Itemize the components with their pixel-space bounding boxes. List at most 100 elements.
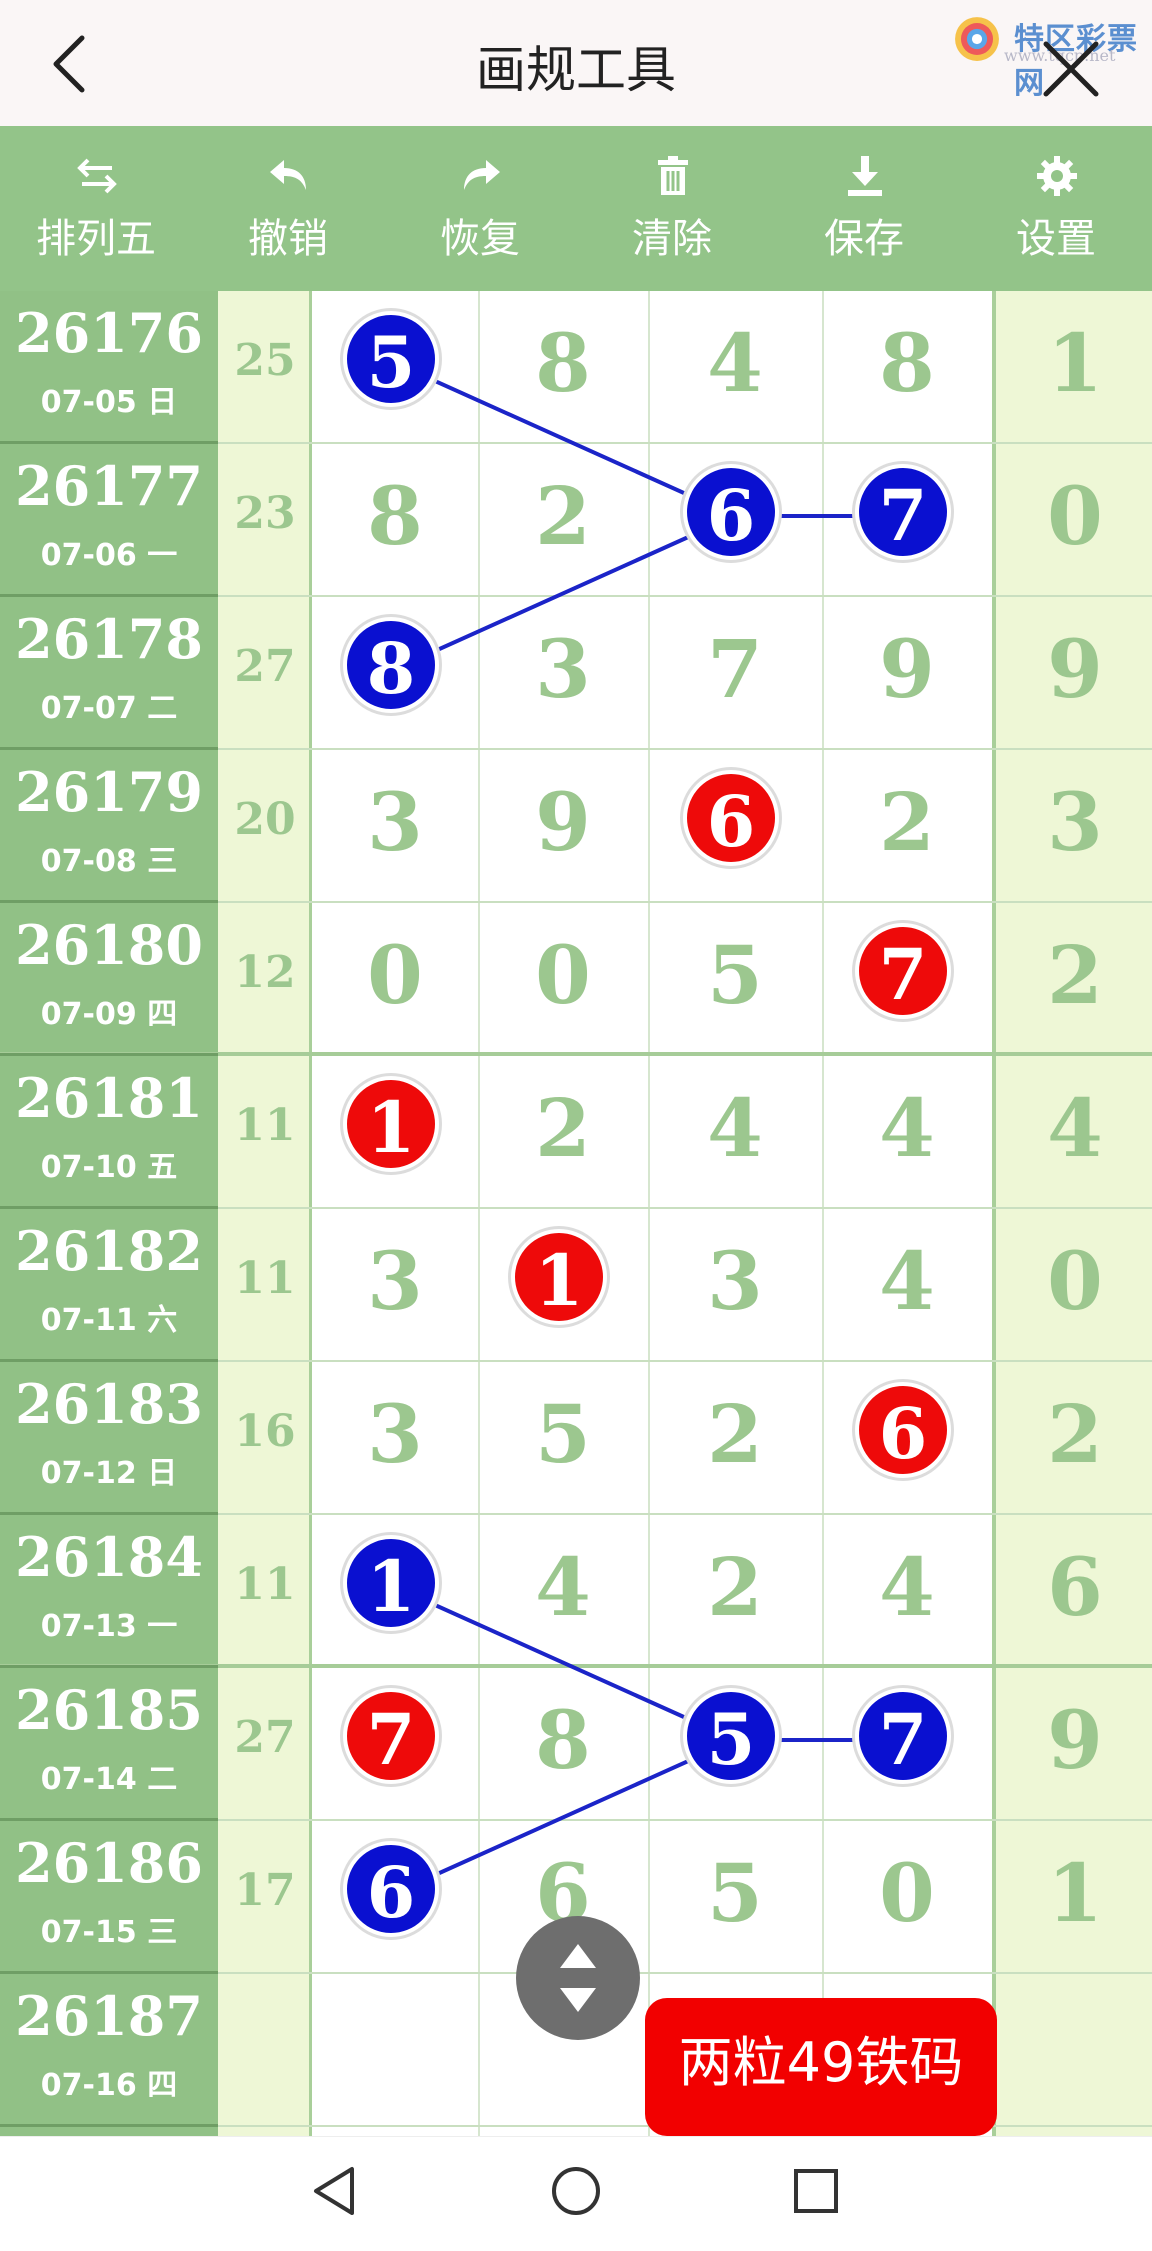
draw-digit[interactable]: 4	[675, 313, 795, 413]
highlight-ball-red[interactable]: 1	[343, 1076, 439, 1172]
highlight-ball-blue[interactable]: 5	[683, 1688, 779, 1784]
draw-digit[interactable]: 5	[503, 1384, 623, 1484]
promo-button[interactable]: 两粒49铁码	[645, 1998, 997, 2136]
draw-digit[interactable]: 5	[675, 1843, 795, 1943]
tail-digit: 3	[1047, 775, 1103, 869]
sum-value: 20	[234, 794, 296, 845]
period-number: 26177	[15, 454, 203, 518]
sum-value: 11	[234, 1559, 296, 1610]
draw-digit[interactable]: 3	[335, 772, 455, 872]
home-circle-icon[interactable]	[546, 2161, 606, 2221]
swap-icon	[77, 158, 117, 194]
tail-digit: 9	[1047, 622, 1103, 716]
draw-digit[interactable]: 7	[675, 619, 795, 719]
sum-value: 16	[234, 1406, 296, 1457]
tool-label: 保存	[824, 216, 904, 262]
draw-digit[interactable]: 0	[503, 925, 623, 1025]
logo-swirl-icon	[955, 17, 999, 61]
title-bar: 画规工具 特区彩票网 www.tqcp.net	[0, 0, 1152, 126]
highlight-ball-blue[interactable]: 5	[343, 311, 439, 407]
tail-digit: 6	[1047, 1540, 1103, 1634]
highlight-ball-red[interactable]: 6	[855, 1382, 951, 1478]
scroll-toggle-button[interactable]	[516, 1916, 640, 2040]
tool-label: 排列五	[36, 216, 156, 262]
draw-digit[interactable]: 3	[335, 1384, 455, 1484]
recents-square-icon[interactable]	[786, 2161, 846, 2221]
draw-digit[interactable]: 3	[503, 619, 623, 719]
highlight-ball-blue[interactable]: 7	[855, 464, 951, 560]
draw-digit[interactable]: 5	[675, 925, 795, 1025]
period-number: 26181	[15, 1066, 203, 1130]
period-date: 07-06 一	[40, 538, 178, 573]
tail-digit: 2	[1047, 1387, 1103, 1481]
tool-undo-button[interactable]: 撤销	[192, 126, 384, 291]
back-triangle-icon[interactable]	[306, 2161, 366, 2221]
sum-value: 17	[234, 1865, 296, 1916]
tool-redo-button[interactable]: 恢复	[384, 126, 576, 291]
sum-value: 25	[234, 335, 296, 386]
row-divider	[0, 2124, 218, 2127]
draw-digit[interactable]: 4	[847, 1231, 967, 1331]
period-number: 26179	[15, 760, 203, 824]
tool-lottery-type-button[interactable]: 排列五	[0, 126, 192, 291]
highlight-ball-blue[interactable]: 1	[343, 1535, 439, 1631]
period-date: 07-15 三	[40, 1915, 178, 1950]
highlight-ball-red[interactable]: 6	[683, 770, 779, 866]
draw-digit[interactable]: 3	[335, 1231, 455, 1331]
highlight-ball-blue[interactable]: 8	[343, 617, 439, 713]
draw-digit[interactable]: 4	[847, 1078, 967, 1178]
draw-row: 2618007-09 四1200572	[0, 903, 1152, 1056]
draw-digit[interactable]: 2	[675, 1384, 795, 1484]
draw-digit[interactable]: 4	[503, 1537, 623, 1637]
draw-digit[interactable]: 4	[847, 1537, 967, 1637]
tail-digit: 9	[1047, 1693, 1103, 1787]
draw-digit[interactable]: 2	[847, 772, 967, 872]
draw-digit[interactable]: 2	[503, 1078, 623, 1178]
period-number: 26183	[15, 1372, 203, 1436]
draw-digit[interactable]: 3	[675, 1231, 795, 1331]
tool-label: 撤销	[248, 216, 328, 262]
highlight-ball-red[interactable]: 7	[343, 1688, 439, 1784]
tail-digit: 0	[1047, 1234, 1103, 1328]
draw-digit[interactable]: 2	[675, 1537, 795, 1637]
period-date: 07-14 二	[40, 1762, 178, 1797]
sum-value: 11	[234, 1100, 296, 1151]
tail-digit: 4	[1047, 1081, 1103, 1175]
period-number: 26180	[15, 913, 203, 977]
highlight-ball-blue[interactable]: 6	[343, 1841, 439, 1937]
draw-row: 2618507-14 二2778579	[0, 1668, 1152, 1821]
tool-clear-button[interactable]: 清除	[576, 126, 768, 291]
draw-digit[interactable]: 8	[335, 466, 455, 566]
sum-value: 12	[234, 947, 296, 998]
draw-digit[interactable]: 9	[503, 772, 623, 872]
tail-digit: 1	[1047, 1846, 1103, 1940]
draw-digit[interactable]: 2	[503, 466, 623, 566]
draw-digit[interactable]: 9	[847, 619, 967, 719]
sum-value: 23	[234, 488, 296, 539]
draw-digit[interactable]: 8	[503, 1690, 623, 1790]
highlight-ball-red[interactable]: 1	[511, 1229, 607, 1325]
tool-save-button[interactable]: 保存	[768, 126, 960, 291]
period-number: 26184	[15, 1525, 203, 1589]
draw-row: 26177 07-06 一 23 8267 0	[0, 444, 1152, 597]
period-number: 26178	[15, 607, 203, 671]
highlight-ball-blue[interactable]: 7	[855, 1688, 951, 1784]
close-icon[interactable]	[1038, 36, 1104, 102]
tail-digit: 0	[1047, 469, 1103, 563]
draw-digit[interactable]: 8	[847, 313, 967, 413]
draw-digit[interactable]: 8	[503, 313, 623, 413]
draw-digit[interactable]: 0	[335, 925, 455, 1025]
period-date: 07-05 日	[40, 385, 178, 420]
period-number: 26176	[15, 301, 203, 365]
tool-label: 清除	[632, 216, 712, 262]
tool-label: 恢复	[440, 216, 520, 262]
tool-settings-button[interactable]: 设置	[960, 126, 1152, 291]
highlight-ball-blue[interactable]: 6	[683, 464, 779, 560]
draw-grid[interactable]: 2617607-05 日25584812617707-06 一238267026…	[0, 291, 1152, 2136]
draw-digit[interactable]: 0	[847, 1843, 967, 1943]
draw-digit[interactable]: 4	[675, 1078, 795, 1178]
period-date: 07-08 三	[40, 844, 178, 879]
highlight-ball-red[interactable]: 7	[855, 923, 951, 1019]
draw-row: 2617907-08 三2039623	[0, 750, 1152, 903]
period-number: 26182	[15, 1219, 203, 1283]
